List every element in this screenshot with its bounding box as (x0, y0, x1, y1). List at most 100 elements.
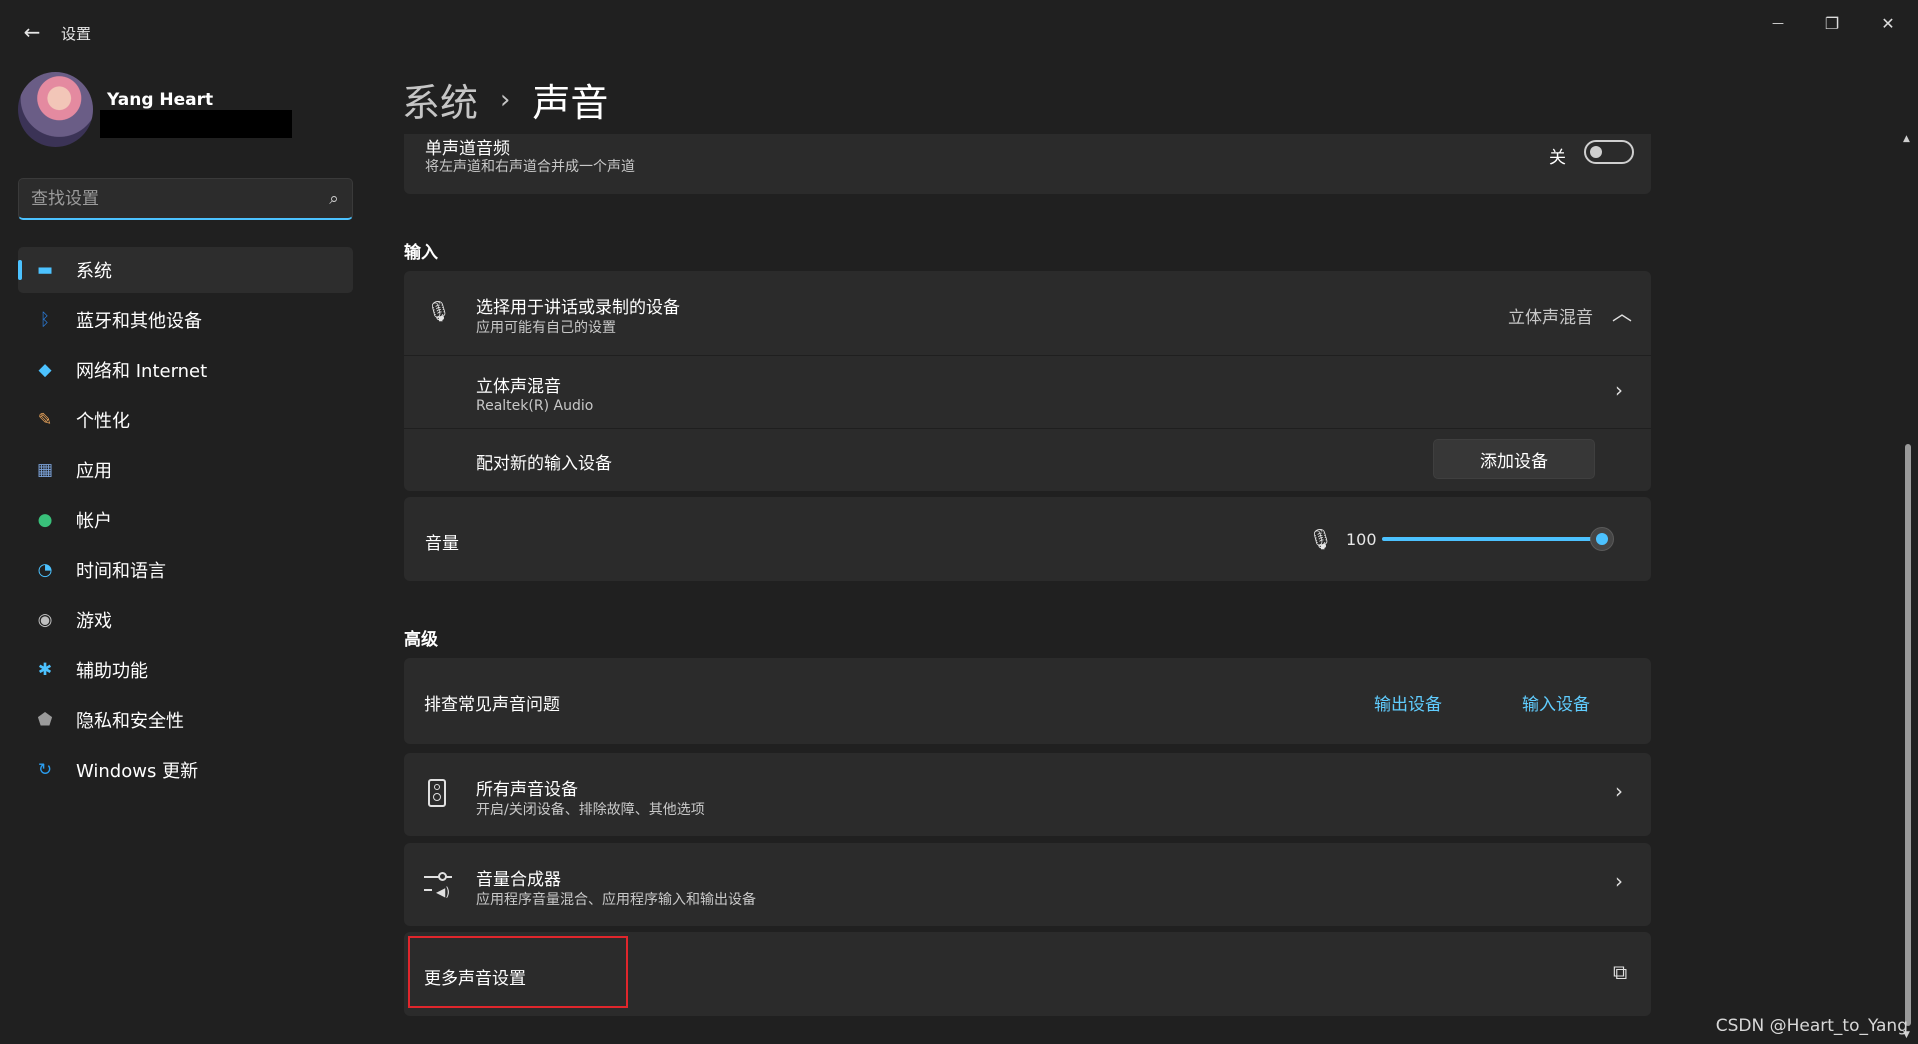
breadcrumb: 系统 › 声音 (402, 72, 608, 127)
minimize-icon: — (1772, 16, 1784, 30)
troubleshoot-output-link[interactable]: 输出设备 (1374, 690, 1442, 715)
scroll-up-icon[interactable]: ▲ (1903, 134, 1910, 144)
external-link-icon: ⧉ (1613, 960, 1628, 984)
mixer-title: 音量合成器 (476, 870, 561, 890)
sidebar-item-label: 网络和 Internet (76, 361, 208, 382)
sidebar-item-label: 时间和语言 (76, 561, 166, 582)
sidebar-item-label: 游戏 (76, 611, 112, 632)
scrollbar-thumb[interactable] (1905, 444, 1911, 1026)
stereo-mix-device-row[interactable]: 立体声混音 Realtek(R) Audio › (404, 356, 1651, 428)
sidebar-item-personalization[interactable]: ✎ 个性化 (18, 397, 353, 443)
volume-slider-track (1382, 537, 1602, 541)
sidebar-item-label: Windows 更新 (76, 761, 199, 782)
user-name: Yang Heart (107, 90, 214, 110)
breadcrumb-parent[interactable]: 系统 (402, 72, 478, 127)
page-title: 声音 (532, 81, 609, 125)
add-device-button[interactable]: 添加设备 (1433, 439, 1595, 479)
app-title: 设置 (61, 25, 92, 43)
sidebar-item-label: 辅助功能 (76, 661, 148, 682)
sidebar-item-time-language[interactable]: ◔ 时间和语言 (18, 547, 353, 593)
avatar[interactable] (18, 72, 93, 147)
device-name: 立体声混音 (476, 377, 561, 397)
troubleshoot-card: 排查常见声音问题 输出设备 输入设备 (404, 658, 1651, 744)
restore-button[interactable]: ❐ (1810, 8, 1854, 38)
sidebar-item-privacy[interactable]: ⬟ 隐私和安全性 (18, 697, 353, 743)
troubleshoot-input-link[interactable]: 输入设备 (1522, 690, 1590, 715)
mono-audio-description: 将左声道和右声道合并成一个声道 (425, 159, 635, 175)
close-icon: ✕ (1881, 13, 1895, 33)
minimize-button[interactable]: — (1756, 8, 1800, 38)
shield-icon: ⬟ (37, 710, 53, 730)
sidebar-item-network[interactable]: ◆ 网络和 Internet (18, 347, 353, 393)
sidebar-item-label: 帐户 (76, 511, 112, 532)
speaker-icon (428, 779, 446, 807)
update-icon: ↻ (37, 760, 53, 780)
chevron-right-icon: › (1615, 869, 1623, 893)
microphone-icon[interactable]: 🎙 (1308, 527, 1333, 551)
toggle-knob (1590, 146, 1602, 158)
pair-input-device-row: 配对新的输入设备 添加设备 (404, 429, 1651, 491)
mixer-description: 应用程序音量混合、应用程序输入和输出设备 (476, 892, 756, 908)
sidebar-item-apps[interactable]: ▦ 应用 (18, 447, 353, 493)
more-sound-settings-label: 更多声音设置 (424, 969, 526, 989)
person-icon: ● (37, 510, 53, 530)
volume-label: 音量 (425, 534, 459, 554)
sidebar-item-label: 系统 (76, 261, 112, 282)
search-icon[interactable]: ⌕ (316, 189, 352, 209)
apps-icon: ▦ (36, 460, 54, 480)
back-button[interactable]: ← (14, 18, 50, 46)
sidebar-item-gaming[interactable]: ◉ 游戏 (18, 597, 353, 643)
brush-icon: ✎ (37, 410, 53, 430)
globe-clock-icon: ◔ (37, 560, 53, 580)
input-device-card: 🎙 选择用于讲话或录制的设备 应用可能有自己的设置 立体声混音 ︿ 立体声混音 … (404, 271, 1651, 491)
mono-audio-card: 单声道音频 将左声道和右声道合并成一个声道 关 (404, 134, 1651, 194)
pair-device-label: 配对新的输入设备 (476, 454, 612, 474)
watermark: CSDN @Heart_to_Yang (1715, 1016, 1908, 1036)
input-volume-card: 音量 🎙 100 (404, 497, 1651, 581)
mono-audio-state: 关 (1549, 148, 1566, 168)
choose-device-title: 选择用于讲话或录制的设备 (476, 298, 680, 318)
mono-audio-toggle[interactable] (1584, 140, 1634, 164)
choose-input-device-row[interactable]: 🎙 选择用于讲话或录制的设备 应用可能有自己的设置 立体声混音 ︿ (404, 271, 1651, 355)
all-devices-title: 所有声音设备 (476, 780, 578, 800)
chevron-up-icon[interactable]: ︿ (1612, 297, 1632, 326)
sidebar-item-label: 应用 (76, 461, 112, 482)
chevron-right-icon: › (1615, 779, 1623, 803)
search-input[interactable] (19, 179, 316, 218)
wifi-icon: ◆ (38, 360, 52, 380)
search-box: ⌕ (18, 178, 353, 220)
close-button[interactable]: ✕ (1866, 8, 1910, 38)
sidebar-item-label: 蓝牙和其他设备 (76, 311, 202, 332)
monitor-icon: ▬ (36, 260, 54, 280)
advanced-section-title: 高级 (404, 630, 438, 650)
gamepad-icon: ◉ (37, 610, 53, 630)
accessibility-icon: ✱ (37, 660, 53, 680)
scrollbar[interactable]: ▲ ▼ (1902, 134, 1914, 1044)
device-driver: Realtek(R) Audio (476, 398, 594, 414)
sidebar-item-system[interactable]: ▬ 系统 (18, 247, 353, 293)
restore-icon: ❐ (1824, 13, 1840, 33)
choose-device-description: 应用可能有自己的设置 (476, 320, 616, 336)
troubleshoot-label: 排查常见声音问题 (424, 695, 560, 715)
sidebar-nav: ▬ 系统 ᛒ 蓝牙和其他设备 ◆ 网络和 Internet ✎ 个性化 ▦ 应用… (18, 247, 353, 797)
sidebar-item-accessibility[interactable]: ✱ 辅助功能 (18, 647, 353, 693)
sidebar-item-label: 隐私和安全性 (76, 711, 184, 732)
sidebar-item-accounts[interactable]: ● 帐户 (18, 497, 353, 543)
volume-value: 100 (1346, 530, 1377, 549)
sidebar-item-label: 个性化 (76, 411, 130, 432)
selected-input-device: 立体声混音 (1508, 308, 1593, 328)
back-arrow-icon: ← (23, 20, 41, 44)
redacted-email (100, 110, 292, 138)
all-devices-description: 开启/关闭设备、排除故障、其他选项 (476, 802, 705, 818)
volume-slider[interactable] (1382, 523, 1614, 555)
breadcrumb-separator-icon: › (500, 84, 511, 115)
more-sound-settings-card[interactable]: 更多声音设置 ⧉ (404, 932, 1651, 1016)
input-section-title: 输入 (404, 243, 438, 263)
sidebar-item-windows-update[interactable]: ↻ Windows 更新 (18, 747, 353, 793)
volume-slider-thumb[interactable] (1590, 527, 1614, 551)
chevron-right-icon: › (1615, 378, 1623, 402)
bluetooth-icon: ᛒ (39, 310, 51, 330)
volume-mixer-card[interactable]: ◀) 音量合成器 应用程序音量混合、应用程序输入和输出设备 › (404, 843, 1651, 926)
all-sound-devices-card[interactable]: 所有声音设备 开启/关闭设备、排除故障、其他选项 › (404, 753, 1651, 836)
sidebar-item-bluetooth[interactable]: ᛒ 蓝牙和其他设备 (18, 297, 353, 343)
